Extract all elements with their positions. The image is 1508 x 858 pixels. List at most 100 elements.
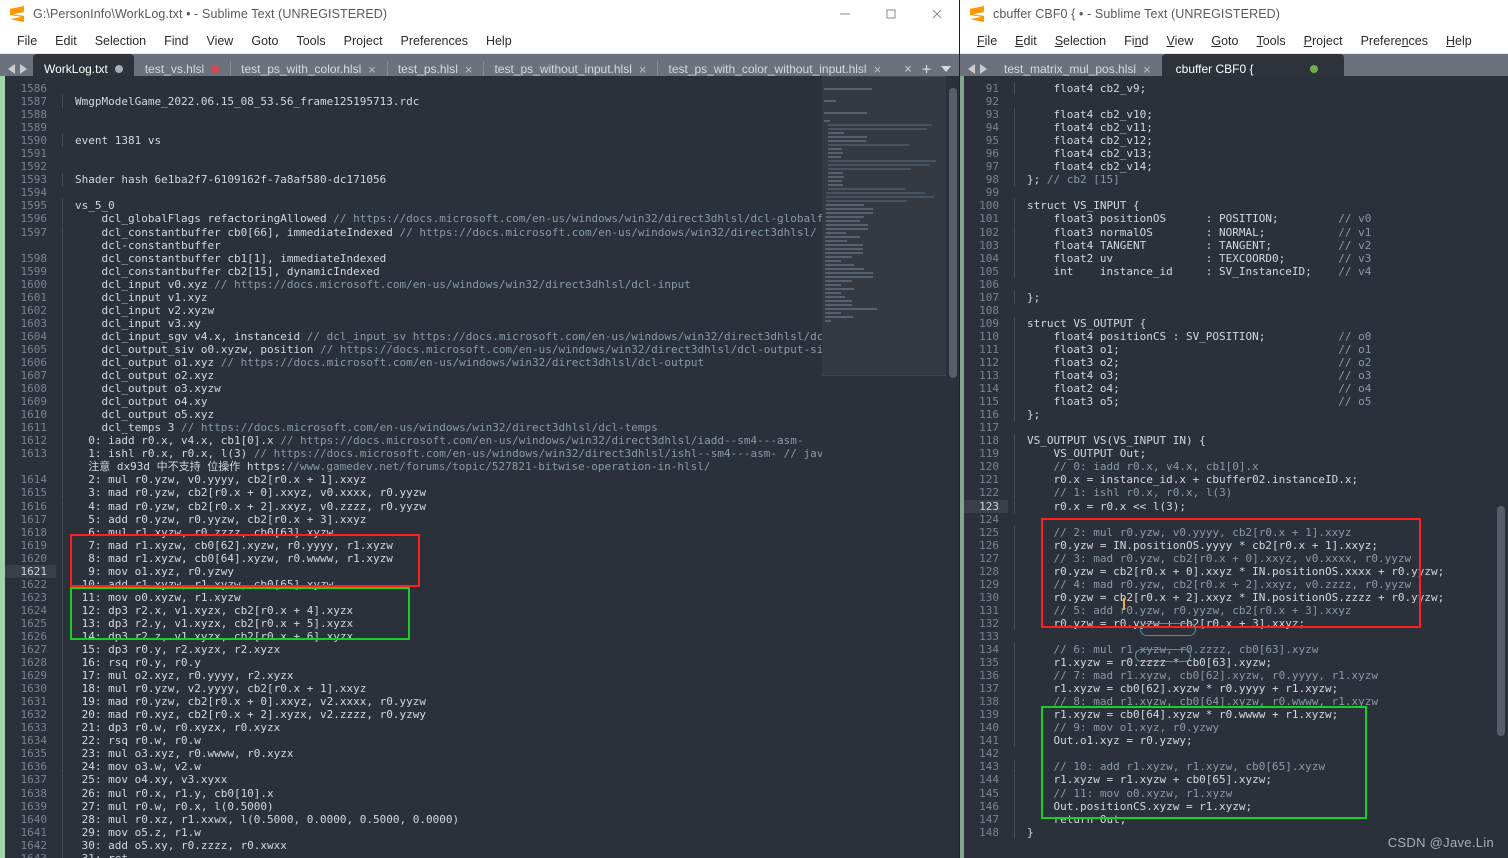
menu-file[interactable]: File [8, 31, 46, 51]
menu-file[interactable]: File [968, 31, 1006, 51]
code-line[interactable]: }; [1020, 408, 1508, 421]
tab-next-icon[interactable] [20, 64, 27, 74]
code-line[interactable]: float2 o4; // o4 [1020, 382, 1508, 395]
code-line[interactable]: float4 cb2_v14; [1020, 160, 1508, 173]
code-line[interactable]: r0.yzw = IN.positionOS.yyyy * cb2[r0.x +… [1020, 539, 1508, 552]
code-line[interactable]: VS_OUTPUT Out; [1020, 447, 1508, 460]
code-line[interactable]: Out.positionCS.xyzw = r1.xyzw; [1020, 800, 1508, 813]
code-line[interactable]: // 0: iadd r0.x, v4.x, cb1[0].x [1020, 460, 1508, 473]
code-line[interactable]: float3 o1; // o1 [1020, 343, 1508, 356]
code-line[interactable]: float4 cb2_v11; [1020, 121, 1508, 134]
menu-goto[interactable]: Goto [242, 31, 287, 51]
tab-close-icon[interactable]: × [368, 63, 376, 76]
code-line[interactable]: // 5: add r0.yzw, r0.yyzw, cb2[r0.x + 3]… [1020, 604, 1508, 617]
menu-goto[interactable]: Goto [1202, 31, 1247, 51]
minimap-viewport[interactable] [822, 76, 946, 376]
code-line[interactable] [1020, 95, 1508, 108]
menu-preferences[interactable]: Preferences [1352, 31, 1437, 51]
code-line[interactable]: r1.xyzw = r1.xyzw + cb0[65].xyzw; [1020, 773, 1508, 786]
code-line[interactable]: VS_OUTPUT VS(VS_INPUT IN) { [1020, 434, 1508, 447]
maximize-icon[interactable] [868, 0, 914, 28]
code-line[interactable]: int instance_id : SV_InstanceID; // v4 [1020, 265, 1508, 278]
code-line[interactable] [1020, 186, 1508, 199]
fold-rail-right[interactable] [1008, 76, 1020, 858]
menu-help[interactable]: Help [477, 31, 521, 51]
code-line[interactable]: // 9: mov o1.xyz, r0.yzwy [1020, 721, 1508, 734]
tab-close-icon[interactable]: × [874, 63, 882, 76]
code-line[interactable]: float3 o5; // o5 [1020, 395, 1508, 408]
code-line[interactable] [1020, 747, 1508, 760]
code-line[interactable]: r1.xyzw = cb0[62].xyzw * r0.yyyy + r1.xy… [1020, 682, 1508, 695]
code-content-right[interactable]: float4 cb2_v9; float4 cb2_v10; float4 cb… [1020, 76, 1508, 858]
close-icon[interactable] [914, 0, 960, 28]
code-line[interactable] [1020, 278, 1508, 291]
code-line[interactable]: float3 o2; // o2 [1020, 356, 1508, 369]
code-line[interactable] [1020, 630, 1508, 643]
code-line[interactable] [1020, 513, 1508, 526]
fold-rail-left[interactable] [56, 76, 68, 858]
code-line[interactable]: // 1: ishl r0.x, r0.x, l(3) [1020, 486, 1508, 499]
vertical-scrollbar-left[interactable] [946, 76, 960, 858]
minimize-icon[interactable] [822, 0, 868, 28]
code-line[interactable]: r0.yzw = cb2[r0.x + 0].xxyz * IN.positio… [1020, 565, 1508, 578]
code-line[interactable]: }; [1020, 291, 1508, 304]
tab-close-icon[interactable]: × [465, 63, 473, 76]
code-line[interactable]: // 10: add r1.xyzw, r1.xyzw, cb0[65].xyz… [1020, 760, 1508, 773]
menu-selection[interactable]: Selection [1046, 31, 1115, 51]
code-line[interactable]: // 6: mul r1.xyzw, r0.zzzz, cb0[63].xyzw [1020, 643, 1508, 656]
code-line[interactable]: return Out; [1020, 813, 1508, 826]
code-line[interactable]: struct VS_OUTPUT { [1020, 317, 1508, 330]
tab-prev-icon[interactable] [968, 64, 975, 74]
code-line[interactable] [1020, 304, 1508, 317]
code-line[interactable]: // 3: mad r0.yzw, cb2[r0.x + 0].xxyz, v0… [1020, 552, 1508, 565]
editor-area-right[interactable]: 9192939495969798991001011021031041051061… [960, 76, 1508, 858]
menu-find[interactable]: Find [1115, 31, 1157, 51]
menu-tools[interactable]: Tools [1247, 31, 1294, 51]
code-line[interactable]: r1.xyzw = r0.zzzz * cb0[63].xyzw; [1020, 656, 1508, 669]
code-line[interactable]: float4 cb2_v13; [1020, 147, 1508, 160]
code-line[interactable]: float4 cb2_v12; [1020, 134, 1508, 147]
code-line[interactable]: float3 normalOS : NORMAL; // v1 [1020, 226, 1508, 239]
code-line[interactable]: Out.o1.xyz = r0.yzwy; [1020, 734, 1508, 747]
code-line[interactable]: float4 cb2_v10; [1020, 108, 1508, 121]
code-line[interactable]: // 7: mad r1.xyzw, cb0[62].xyzw, r0.yyyy… [1020, 669, 1508, 682]
menu-find[interactable]: Find [155, 31, 197, 51]
code-line[interactable]: }; // cb2 [15] [1020, 173, 1508, 186]
code-line[interactable]: // 11: mov o0.xyzw, r1.xyzw [1020, 787, 1508, 800]
code-line[interactable]: float2 uv : TEXCOORD0; // v3 [1020, 252, 1508, 265]
tab-next-icon[interactable] [980, 64, 987, 74]
code-line[interactable]: float4 positionCS : SV_POSITION; // o0 [1020, 330, 1508, 343]
code-line[interactable]: float4 TANGENT : TANGENT; // v2 [1020, 239, 1508, 252]
scrollbar-thumb[interactable] [949, 88, 957, 378]
tab-close-icon[interactable]: × [1143, 63, 1151, 76]
code-line[interactable]: r0.yzw = cb2[r0.x + 2].xxyz * IN.positio… [1020, 591, 1508, 604]
code-line[interactable]: r0.yzw = r0.yyzw + cb2[r0.x + 3].xxyz; [1020, 617, 1508, 630]
code-line[interactable]: // 8: mad r1.xyzw, cb0[64].xyzw, r0.wwww… [1020, 695, 1508, 708]
menu-edit[interactable]: Edit [46, 31, 86, 51]
menu-tools[interactable]: Tools [287, 31, 334, 51]
code-line[interactable]: float4 o3; // o3 [1020, 369, 1508, 382]
code-line[interactable]: r0.x = r0.x << l(3); [1020, 500, 1508, 513]
code-line[interactable]: r0.x = instance_id.x + cbuffer02.instanc… [1020, 473, 1508, 486]
scrollbar-thumb[interactable] [1497, 506, 1505, 736]
tab-overflow-close-icon[interactable]: × [904, 62, 912, 77]
new-tab-icon[interactable]: + [922, 62, 931, 77]
code-line[interactable]: float3 positionOS : POSITION; // v0 [1020, 212, 1508, 225]
menu-preferences[interactable]: Preferences [392, 31, 477, 51]
vertical-scrollbar-right[interactable] [1494, 76, 1508, 858]
menu-edit[interactable]: Edit [1006, 31, 1046, 51]
menu-project[interactable]: Project [1295, 31, 1352, 51]
menu-view[interactable]: View [1157, 31, 1202, 51]
code-line[interactable]: struct VS_INPUT { [1020, 199, 1508, 212]
code-line[interactable] [1020, 421, 1508, 434]
minimap-left[interactable] [822, 76, 946, 858]
editor-area-left[interactable]: 1586158715881589159015911592159315941595… [0, 76, 960, 858]
code-line[interactable]: // 2: mul r0.yzw, v0.yyyy, cb2[r0.x + 1]… [1020, 526, 1508, 539]
menu-view[interactable]: View [197, 31, 242, 51]
tab-close-icon[interactable]: × [639, 63, 647, 76]
tab-prev-icon[interactable] [8, 64, 15, 74]
menu-project[interactable]: Project [335, 31, 392, 51]
code-line[interactable]: r1.xyzw = cb0[64].xyzw * r0.wwww + r1.xy… [1020, 708, 1508, 721]
chevron-down-icon[interactable] [941, 66, 951, 72]
menu-help[interactable]: Help [1437, 31, 1481, 51]
